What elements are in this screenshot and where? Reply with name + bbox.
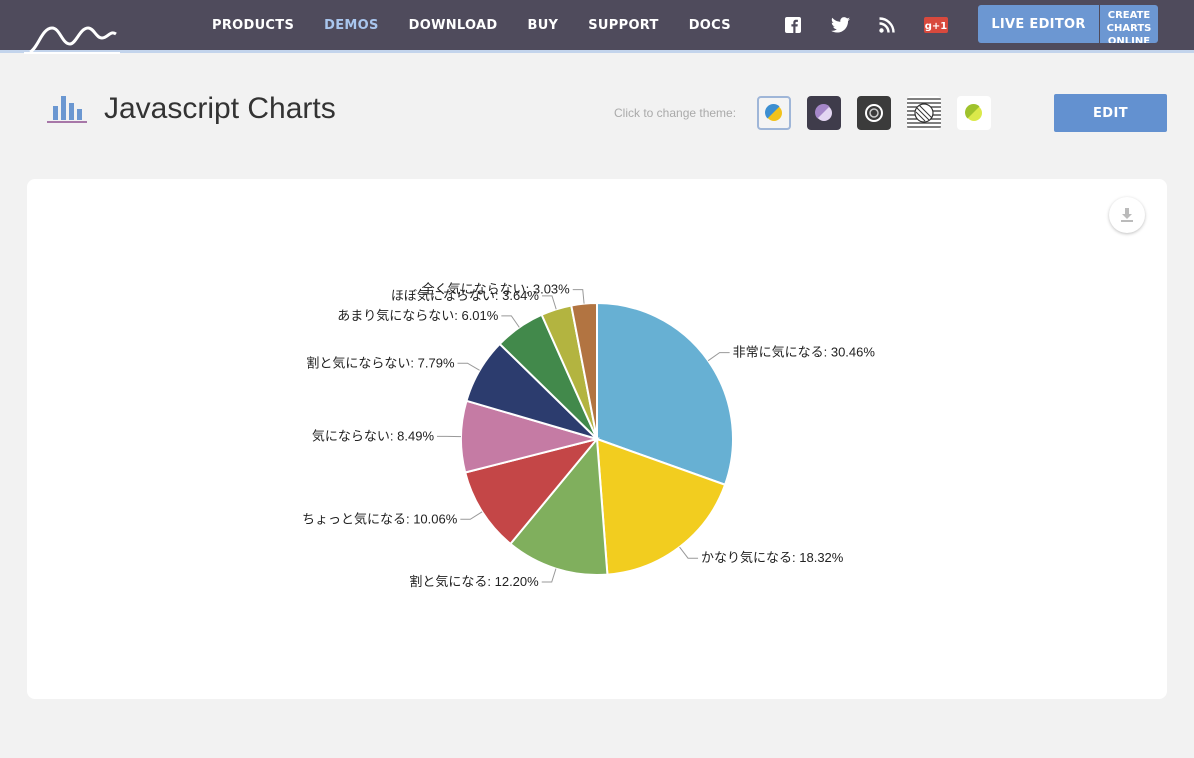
facebook-icon[interactable]: [783, 15, 803, 35]
pie-slice-label: 全く気にならない: 3.03%: [422, 282, 571, 297]
chart-card: 非常に気になる: 30.46% かなり気になる: 18.32% 割と気になる: 12…: [27, 179, 1167, 699]
light-theme-icon: [765, 104, 782, 121]
nav-link-download[interactable]: DOWNLOAD: [409, 18, 498, 33]
top-nav: PRODUCTS DEMOS DOWNLOAD BUY SUPPORT DOCS g+1 …: [0, 0, 1194, 54]
default-theme-icon: [965, 104, 982, 121]
theme-chalk-button[interactable]: [857, 96, 891, 130]
chalk-theme-icon: [865, 104, 883, 122]
pie-slice-label: 気にならない: 8.49%: [312, 428, 435, 443]
pie-slice-label: かなり気になる: 18.32%: [701, 550, 844, 565]
pie-label-connector: [460, 511, 483, 520]
patterns-theme-icon: [907, 98, 941, 128]
theme-default-button[interactable]: [957, 96, 991, 130]
create-charts-line: CREATE: [1107, 10, 1151, 21]
pie-label-connector: [541, 568, 557, 583]
pie-label-connector: [501, 315, 520, 328]
dark-theme-icon: [815, 104, 832, 121]
theme-dark-button[interactable]: [807, 96, 841, 130]
nav-link-support[interactable]: SUPPORT: [588, 18, 658, 33]
download-icon: [1121, 208, 1133, 222]
theme-patterns-button[interactable]: [907, 96, 941, 130]
pie-slice-label: 非常に気になる: 30.46%: [733, 345, 876, 360]
create-charts-line: CHARTS: [1106, 23, 1152, 34]
create-charts-online-button[interactable]: CREATE CHARTS ONLINE: [1100, 5, 1158, 43]
rss-icon[interactable]: [877, 15, 897, 35]
page-title: Javascript Charts: [104, 92, 336, 125]
nav-link-docs[interactable]: DOCS: [689, 18, 731, 33]
nav-link-demos[interactable]: DEMOS: [324, 18, 379, 33]
theme-light-button[interactable]: [757, 96, 791, 130]
live-editor-button[interactable]: LIVE EDITOR: [978, 5, 1099, 43]
create-charts-line: ONLINE: [1107, 36, 1151, 43]
twitter-icon[interactable]: [830, 15, 850, 35]
theme-label: Click to change theme:: [614, 106, 737, 120]
pie-label-connector: [457, 362, 480, 371]
pie-slice-label: 割と気になる: 12.20%: [409, 574, 539, 589]
amcharts-logo[interactable]: [24, 22, 120, 54]
google-plus-text: g+1: [925, 21, 948, 32]
pie-label-connector: [572, 289, 585, 304]
pie-slice-label: 割と気にならない: 7.79%: [306, 355, 455, 370]
bar-chart-icon: [47, 96, 87, 123]
pie-slice-label: あまり気にならない: 6.01%: [337, 308, 499, 323]
nav-link-buy[interactable]: BUY: [527, 18, 558, 33]
pie-label-connector: [707, 352, 730, 362]
main-nav: PRODUCTS DEMOS DOWNLOAD BUY SUPPORT DOCS: [212, 0, 761, 50]
pie-slice-label: ちょっと気になる: 10.06%: [302, 511, 458, 526]
nav-link-products[interactable]: PRODUCTS: [212, 18, 294, 33]
pie-chart: 非常に気になる: 30.46% かなり気になる: 18.32% 割と気になる: 12…: [302, 282, 876, 589]
pie-label-connector: [679, 546, 699, 559]
google-plus-icon[interactable]: g+1: [924, 15, 948, 35]
download-button[interactable]: [1109, 197, 1145, 233]
pie-label-connector: [541, 295, 557, 310]
edit-button[interactable]: EDIT: [1054, 94, 1167, 132]
